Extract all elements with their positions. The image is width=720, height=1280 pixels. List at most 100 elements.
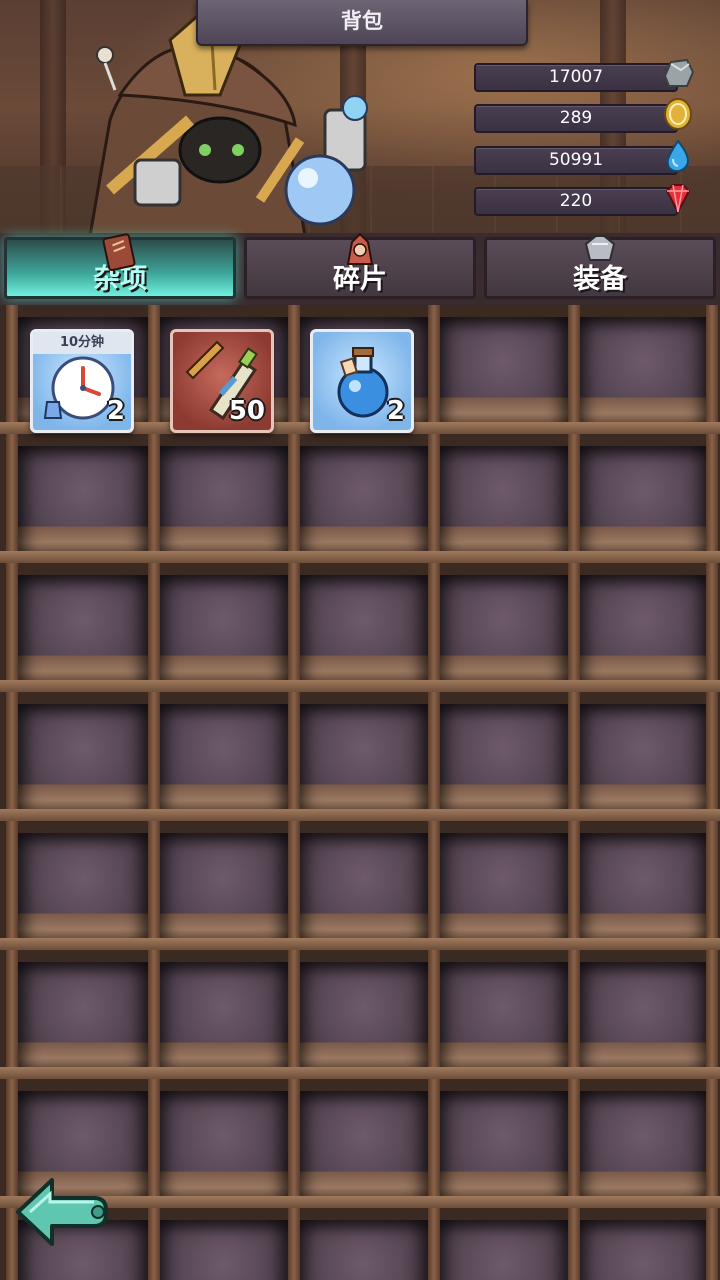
shelf-post	[568, 1208, 580, 1280]
empty-slot[interactable]	[578, 317, 708, 429]
empty-slot[interactable]	[578, 833, 708, 945]
shelf-post	[288, 950, 300, 1079]
empty-slot[interactable]	[18, 704, 148, 816]
empty-slot[interactable]	[298, 1220, 428, 1280]
empty-slot[interactable]	[298, 446, 428, 558]
item-slot-blue-potion[interactable]: 2	[310, 329, 414, 433]
empty-slot[interactable]	[158, 833, 288, 945]
item-count: 50	[228, 396, 265, 426]
item-duration-tag: 10分钟	[33, 332, 131, 354]
shelf-post	[706, 1208, 718, 1280]
shelf-post	[288, 305, 300, 434]
shelf-board	[0, 1067, 720, 1079]
shelf-post	[6, 821, 18, 950]
header-scene: 背包 17007 289 50991 220	[0, 0, 720, 236]
shelf-row	[0, 692, 720, 821]
shelf-post	[568, 305, 580, 434]
empty-slot[interactable]	[18, 446, 148, 558]
empty-slot[interactable]	[158, 962, 288, 1074]
shelf-post	[288, 692, 300, 821]
shelf-post	[706, 821, 718, 950]
empty-slot[interactable]	[18, 575, 148, 687]
empty-slot[interactable]	[298, 575, 428, 687]
shelf-post	[6, 692, 18, 821]
shelf-post	[706, 305, 718, 434]
currency-water-value: 50991	[474, 146, 678, 175]
water-drop-icon	[666, 139, 689, 173]
shelf-post	[148, 305, 160, 434]
empty-slot[interactable]	[158, 1220, 288, 1280]
shelf-post	[6, 305, 18, 434]
empty-slot[interactable]	[578, 575, 708, 687]
empty-slot[interactable]	[298, 833, 428, 945]
empty-slot[interactable]	[578, 704, 708, 816]
empty-slot[interactable]	[18, 833, 148, 945]
empty-slot[interactable]	[438, 317, 568, 429]
shelf-post	[568, 821, 580, 950]
currency-gem-value: 220	[474, 187, 678, 216]
shelf-post	[288, 821, 300, 950]
currency-stone-value: 17007	[474, 63, 678, 92]
empty-slot[interactable]	[438, 1220, 568, 1280]
shelf-post	[148, 1079, 160, 1208]
tab-bar: 杂项 碎片 装备	[0, 232, 720, 305]
stone-icon	[663, 58, 695, 87]
tab-shards[interactable]: 碎片	[244, 232, 476, 299]
shelf-board	[0, 551, 720, 563]
empty-slot[interactable]	[438, 962, 568, 1074]
shelf-post	[288, 434, 300, 563]
empty-slot[interactable]	[578, 446, 708, 558]
item-slot-time-potion[interactable]: 10分钟 2	[30, 329, 134, 433]
empty-slot[interactable]	[158, 575, 288, 687]
shelf-post	[428, 305, 440, 434]
empty-slot[interactable]	[438, 446, 568, 558]
empty-slot[interactable]	[18, 962, 148, 1074]
shelf-post	[568, 1079, 580, 1208]
shelf-board	[0, 680, 720, 692]
empty-slot[interactable]	[158, 446, 288, 558]
currency-gold-value: 289	[474, 104, 678, 133]
shelf-post	[148, 692, 160, 821]
shelf-post	[568, 434, 580, 563]
shelf-post	[148, 950, 160, 1079]
empty-slot[interactable]	[578, 962, 708, 1074]
shelf-post	[288, 563, 300, 692]
empty-slot[interactable]	[158, 704, 288, 816]
shelf-post	[428, 821, 440, 950]
shelf-post	[428, 434, 440, 563]
shelf-board	[0, 938, 720, 950]
shelf-post	[428, 692, 440, 821]
empty-slot[interactable]	[438, 833, 568, 945]
gold-coin-icon	[664, 98, 692, 130]
shelf-post	[6, 434, 18, 563]
shelf-post	[428, 950, 440, 1079]
shelf-post	[568, 950, 580, 1079]
shelf-post	[706, 434, 718, 563]
shelf-post	[148, 821, 160, 950]
shelf-post	[706, 1079, 718, 1208]
empty-slot[interactable]	[158, 1091, 288, 1203]
back-arrow-button[interactable]	[14, 1172, 114, 1252]
shelf-post	[706, 692, 718, 821]
empty-slot[interactable]	[438, 704, 568, 816]
scroll-book-icon	[102, 233, 136, 272]
empty-slot[interactable]	[298, 704, 428, 816]
empty-slot[interactable]	[438, 1091, 568, 1203]
shelf-post	[6, 563, 18, 692]
empty-slot[interactable]	[578, 1220, 708, 1280]
empty-slot[interactable]	[438, 575, 568, 687]
item-count: 2	[106, 396, 125, 426]
page-title: 背包	[196, 0, 528, 46]
shelf-post	[428, 1208, 440, 1280]
item-slot-brush-bottle[interactable]: 50	[170, 329, 274, 433]
shelf-post	[706, 950, 718, 1079]
shelf-post	[148, 1208, 160, 1280]
empty-slot[interactable]	[298, 962, 428, 1074]
empty-slot[interactable]	[298, 1091, 428, 1203]
tab-misc[interactable]: 杂项	[4, 233, 236, 299]
shelf-post	[148, 434, 160, 563]
inventory-shelf: 10分钟 2 50 2	[0, 305, 720, 1280]
shelf-post	[148, 563, 160, 692]
tab-equipment[interactable]: 装备	[484, 235, 716, 299]
empty-slot[interactable]	[578, 1091, 708, 1203]
